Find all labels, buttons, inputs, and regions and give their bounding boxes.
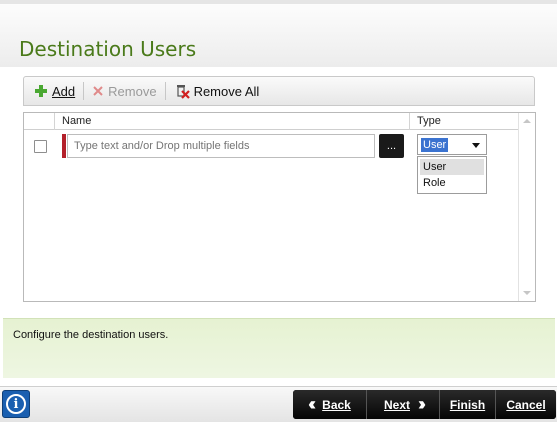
- column-divider: [54, 113, 55, 130]
- row-checkbox[interactable]: [34, 140, 47, 153]
- column-header-type[interactable]: Type: [417, 115, 441, 127]
- remove-all-button[interactable]: Remove All: [174, 83, 260, 99]
- remove-all-label: Remove All: [193, 83, 260, 99]
- finish-label: Finish: [449, 397, 486, 412]
- toolbar-divider: [83, 82, 85, 100]
- footer: i ‹‹ Back Next ›› Finish Cancel: [0, 386, 557, 422]
- double-chevron-right-icon: ››: [418, 394, 426, 414]
- vertical-scrollbar[interactable]: [518, 113, 535, 301]
- info-panel: Configure the destination users.: [3, 318, 555, 378]
- type-dropdown-list: User Role: [417, 156, 487, 194]
- next-button[interactable]: Next ››: [367, 390, 440, 419]
- type-option-role[interactable]: Role: [420, 175, 484, 191]
- type-option-user[interactable]: User: [420, 159, 484, 175]
- type-select[interactable]: User: [417, 134, 487, 155]
- name-input[interactable]: [67, 134, 375, 158]
- grid-header: Name Type: [24, 113, 518, 130]
- header: Destination Users: [0, 0, 557, 67]
- help-button[interactable]: i: [2, 390, 30, 418]
- browse-button[interactable]: ...: [379, 134, 404, 158]
- add-label: Add: [52, 83, 76, 99]
- next-label: Next: [383, 397, 410, 412]
- info-text: Configure the destination users.: [13, 329, 169, 341]
- finish-button[interactable]: Finish: [440, 390, 496, 419]
- remove-button[interactable]: Remove: [92, 83, 157, 99]
- trash-delete-icon: [176, 85, 190, 99]
- add-button[interactable]: Add: [34, 84, 75, 99]
- required-indicator: [62, 134, 66, 158]
- chevron-down-icon: [472, 143, 480, 148]
- double-chevron-left-icon: ‹‹: [308, 394, 316, 414]
- page-title: Destination Users: [19, 37, 197, 61]
- info-icon: i: [6, 394, 26, 414]
- cancel-label: Cancel: [506, 397, 546, 412]
- cancel-button[interactable]: Cancel: [496, 390, 556, 419]
- back-button[interactable]: ‹‹ Back: [293, 390, 367, 419]
- back-label: Back: [322, 397, 351, 412]
- column-divider: [409, 113, 410, 130]
- toolbar: Add Remove Remove All: [23, 76, 535, 106]
- remove-label: Remove: [108, 83, 157, 99]
- scroll-up-icon[interactable]: [523, 119, 531, 123]
- users-grid: Name Type ... User User Role: [23, 112, 536, 302]
- plus-icon: [35, 85, 47, 97]
- close-icon: [93, 86, 103, 96]
- type-selected-value: User: [421, 138, 449, 152]
- column-header-name[interactable]: Name: [62, 115, 91, 127]
- toolbar-divider: [164, 82, 166, 100]
- wizard-navigation: ‹‹ Back Next ›› Finish Cancel: [293, 390, 556, 419]
- scroll-down-icon[interactable]: [523, 291, 531, 295]
